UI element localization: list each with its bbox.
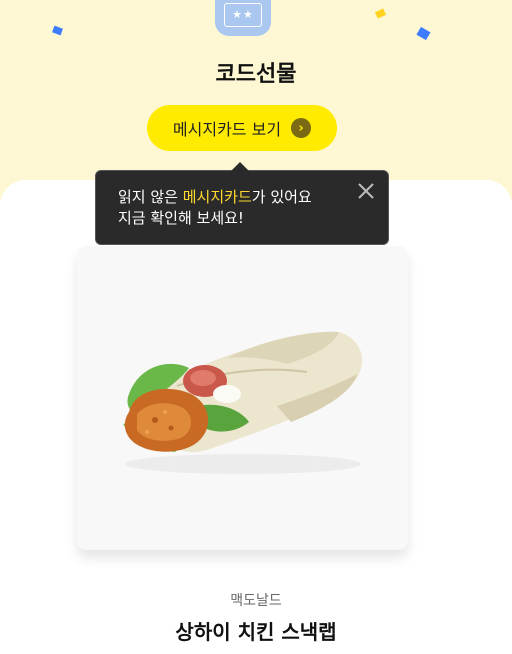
message-button-label: 메시지카드 보기 [172,120,282,139]
card-icon-stars: ★★ [224,3,262,27]
chevron-right-icon: › [291,118,312,138]
product-image-card [77,246,408,550]
gift-card-icon: ★★ [215,0,271,36]
unread-message-tooltip: 읽지 않은 메시지카드가 있어요 지금 확인해 보세요! [95,162,389,245]
close-icon[interactable] [356,181,376,201]
tooltip-line-2: 지금 확인해 보세요! [118,209,244,227]
tooltip-line-1: 읽지 않은 메시지카드가 있어요 [118,187,368,208]
brand-name: 맥도날드 [230,593,282,609]
tooltip-arrow [231,162,249,171]
tooltip-text: 읽지 않은 [118,188,183,206]
tooltip-highlight-text: 메시지카드 [182,188,252,206]
chicken-snack-wrap-image [123,331,363,474]
view-message-card-button[interactable]: 메시지카드 보기 › [147,105,337,151]
tooltip-text: 가 있어요 [251,188,312,206]
product-name: 상하이 치킨 스낵랩 [175,620,337,644]
page-title: 코드선물 [215,62,297,87]
